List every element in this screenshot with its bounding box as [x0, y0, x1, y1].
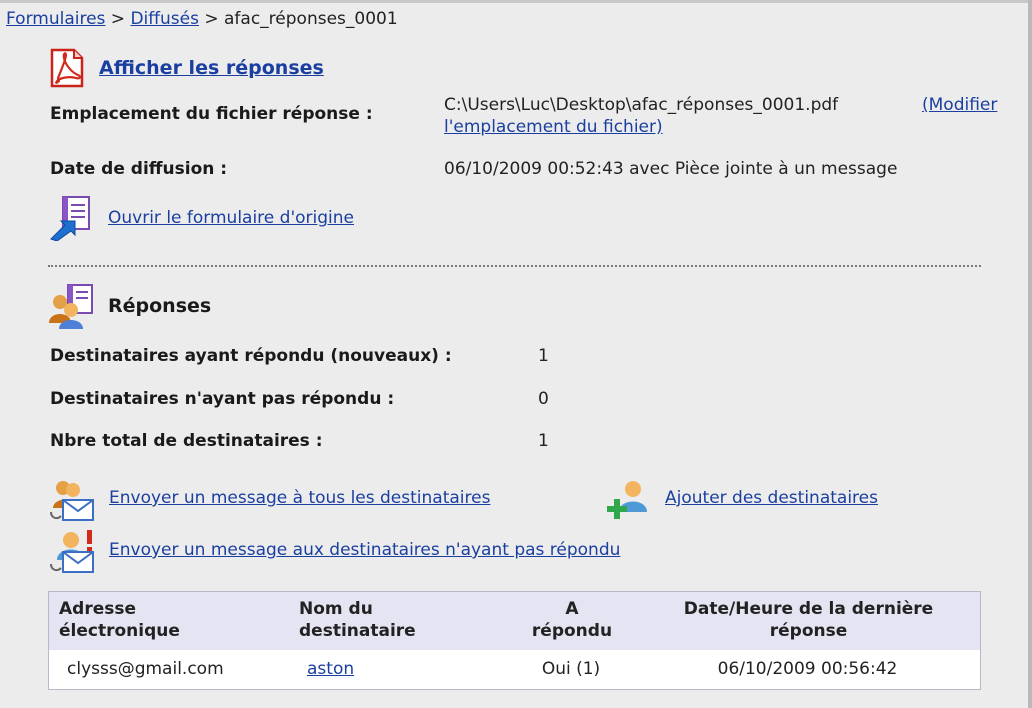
breadcrumb-formulaires[interactable]: Formulaires — [6, 9, 105, 29]
send-all-icon — [50, 481, 94, 521]
stat-total-value: 1 — [538, 431, 549, 451]
modify-location-link[interactable]: (Modifier — [922, 95, 997, 115]
location-path: C:\Users\Luc\Desktop\afac_réponses_0001.… — [444, 95, 839, 115]
cell-last-response: 06/10/2009 00:56:42 — [717, 659, 898, 679]
header-line: Adresse — [59, 599, 137, 619]
date-label: Date de diffusion : — [50, 159, 228, 179]
send-all-link[interactable]: Envoyer un message à tous les destinatai… — [109, 488, 490, 508]
col-last-response-header[interactable]: Date/Heure de la dernière réponse — [635, 591, 981, 650]
view-responses-link[interactable]: Afficher les réponses — [99, 57, 324, 79]
col-email-header[interactable]: Adresse électronique — [48, 591, 289, 650]
section-divider — [48, 265, 981, 267]
add-recipients-icon — [607, 481, 647, 519]
breadcrumb: Formulaires > Diffusés > afac_réponses_0… — [6, 9, 398, 29]
breadcrumb-diffuses[interactable]: Diffusés — [130, 9, 198, 29]
breadcrumb-current: afac_réponses_0001 — [224, 9, 398, 29]
cell-name: aston — [289, 650, 507, 690]
header-line: réponse — [769, 621, 848, 641]
open-form-icon — [50, 196, 90, 241]
top-border — [0, 0, 1032, 3]
breadcrumb-separator: > — [105, 9, 131, 29]
header-line: électronique — [59, 621, 180, 641]
recipient-name-link[interactable]: aston — [307, 659, 354, 679]
open-original-form-link[interactable]: Ouvrir le formulaire d'origine — [108, 208, 354, 228]
cell-email: clysss@gmail.com — [67, 659, 224, 679]
pdf-icon — [50, 48, 84, 88]
header-line: Nom du — [299, 599, 373, 619]
responses-table: Adresse électronique Nom du destinataire… — [48, 591, 981, 690]
modify-location-link-cont[interactable]: l'emplacement du fichier) — [444, 117, 663, 137]
header-line: Date/Heure de la dernière — [683, 599, 934, 619]
table-row[interactable]: clysss@gmail.com aston Oui (1) 06/10/200… — [49, 650, 981, 690]
breadcrumb-separator: > — [198, 9, 225, 29]
date-value: 06/10/2009 00:52:43 avec Pièce jointe à … — [444, 159, 898, 179]
send-unanswered-link[interactable]: Envoyer un message aux destinataires n'a… — [109, 540, 620, 560]
stat-total-label: Nbre total de destinataires : — [50, 431, 323, 451]
add-recipients-link[interactable]: Ajouter des destinataires — [665, 488, 878, 508]
responses-icon — [49, 284, 93, 329]
stat-answered-label: Destinataires ayant répondu (nouveaux) : — [50, 346, 452, 366]
table-header-row: Adresse électronique Nom du destinataire… — [48, 591, 981, 650]
stat-answered-value: 1 — [538, 346, 549, 366]
responses-title: Réponses — [108, 295, 212, 317]
stat-unanswered-label: Destinataires n'ayant pas répondu : — [50, 389, 395, 409]
cell-answered: Oui (1) — [541, 659, 601, 679]
header-line: destinataire — [299, 621, 416, 641]
send-unanswered-icon — [50, 530, 94, 573]
col-answered-header[interactable]: A répondu — [507, 591, 635, 650]
header-line: répondu — [531, 621, 613, 641]
scrollbar-edge — [1028, 0, 1032, 708]
header-line: A — [565, 599, 579, 619]
location-label: Emplacement du fichier réponse : — [50, 104, 373, 124]
col-name-header[interactable]: Nom du destinataire — [289, 591, 507, 650]
stat-unanswered-value: 0 — [538, 389, 549, 409]
